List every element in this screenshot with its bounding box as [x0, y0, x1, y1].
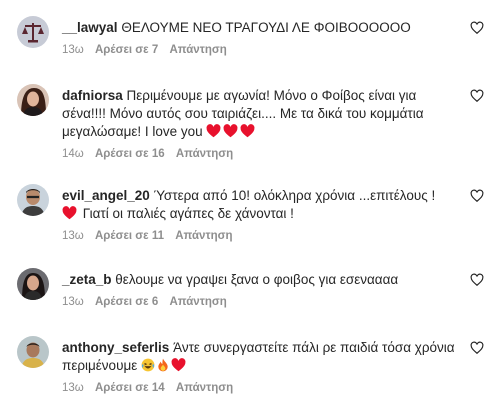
red-heart-emoji — [62, 206, 77, 220]
heart-outline-icon[interactable] — [470, 21, 484, 35]
comment-body: _zeta_b θελουμε να γραψει ξανα ο φοιβος … — [62, 271, 462, 289]
heart-outline-icon[interactable] — [470, 273, 484, 287]
reply-button[interactable]: Απάντηση — [175, 230, 232, 242]
avatar[interactable] — [17, 184, 49, 216]
avatar[interactable] — [17, 336, 49, 368]
comment-meta: 14ω Αρέσει σε 16 Απάντηση — [62, 148, 241, 160]
likes-count[interactable]: Αρέσει σε 16 — [95, 148, 165, 160]
comment-text-continued: Γιατί οι παλιές αγάπες δε χάνονται ! — [82, 206, 294, 221]
comment-meta: 13ω Αρέσει σε 6 Απάντηση — [62, 296, 235, 308]
red-heart-emoji — [240, 124, 255, 138]
comment-body: evil_angel_20 Ύστερα από 10! ολόκληρα χρ… — [62, 187, 462, 223]
woman-avatar-icon — [17, 268, 49, 300]
username[interactable]: evil_angel_20 — [62, 188, 150, 203]
red-heart-emoji — [206, 124, 221, 138]
red-heart-emoji — [223, 124, 238, 138]
username[interactable]: anthony_seferlis — [62, 340, 169, 355]
reply-button[interactable]: Απάντηση — [176, 382, 233, 394]
username[interactable]: dafniorsa — [62, 88, 123, 103]
likes-count[interactable]: Αρέσει σε 14 — [95, 382, 165, 394]
comment-text: Ύστερα από 10! ολόκληρα χρόνια ...επιτέλ… — [153, 188, 436, 203]
likes-count[interactable]: Αρέσει σε 11 — [95, 230, 164, 242]
fire-emoji — [158, 358, 168, 372]
scales-avatar-icon — [17, 16, 49, 48]
timestamp[interactable]: 13ω — [62, 296, 84, 308]
man-avatar-icon — [17, 184, 49, 216]
heart-outline-icon[interactable] — [470, 89, 484, 103]
comment-meta: 13ω Αρέσει σε 14 Απάντηση — [62, 382, 241, 394]
likes-count[interactable]: Αρέσει σε 7 — [95, 44, 158, 56]
timestamp[interactable]: 13ω — [62, 382, 84, 394]
reply-button[interactable]: Απάντηση — [176, 148, 233, 160]
avatar[interactable] — [17, 84, 49, 116]
timestamp[interactable]: 13ω — [62, 230, 84, 242]
timestamp[interactable]: 13ω — [62, 44, 84, 56]
timestamp[interactable]: 14ω — [62, 148, 84, 160]
man-avatar-icon — [17, 336, 49, 368]
comment-body: anthony_seferlis Άντε συνεργαστείτε πάλι… — [62, 339, 462, 375]
avatar[interactable] — [17, 268, 49, 300]
comment-body: dafniorsa Περιμένουμε με αγωνία! Μόνο ο … — [62, 87, 462, 141]
heart-outline-icon[interactable] — [470, 189, 484, 203]
reply-button[interactable]: Απάντηση — [169, 296, 226, 308]
username[interactable]: __lawyal — [62, 20, 118, 35]
comment-meta: 13ω Αρέσει σε 7 Απάντηση — [62, 44, 235, 56]
laughing-face-emoji — [141, 358, 155, 372]
reply-button[interactable]: Απάντηση — [169, 44, 226, 56]
red-heart-emoji — [171, 358, 186, 372]
avatar[interactable] — [17, 16, 49, 48]
comment-meta: 13ω Αρέσει σε 11 Απάντηση — [62, 230, 241, 242]
woman-avatar-icon — [17, 84, 49, 116]
likes-count[interactable]: Αρέσει σε 6 — [95, 296, 158, 308]
comment-text: ΘΕΛΟΥΜΕ ΝΕΟ ΤΡΑΓΟΥΔΙ ΛΕ ΦΟΙΒΟΟΟΟΟΟ — [121, 20, 411, 35]
comment-body: __lawyal ΘΕΛΟΥΜΕ ΝΕΟ ΤΡΑΓΟΥΔΙ ΛΕ ΦΟΙΒΟΟΟ… — [62, 19, 462, 37]
comment-text: θελουμε να γραψει ξανα ο φοιβος για εσεν… — [115, 272, 399, 287]
username[interactable]: _zeta_b — [62, 272, 112, 287]
heart-outline-icon[interactable] — [470, 341, 484, 355]
